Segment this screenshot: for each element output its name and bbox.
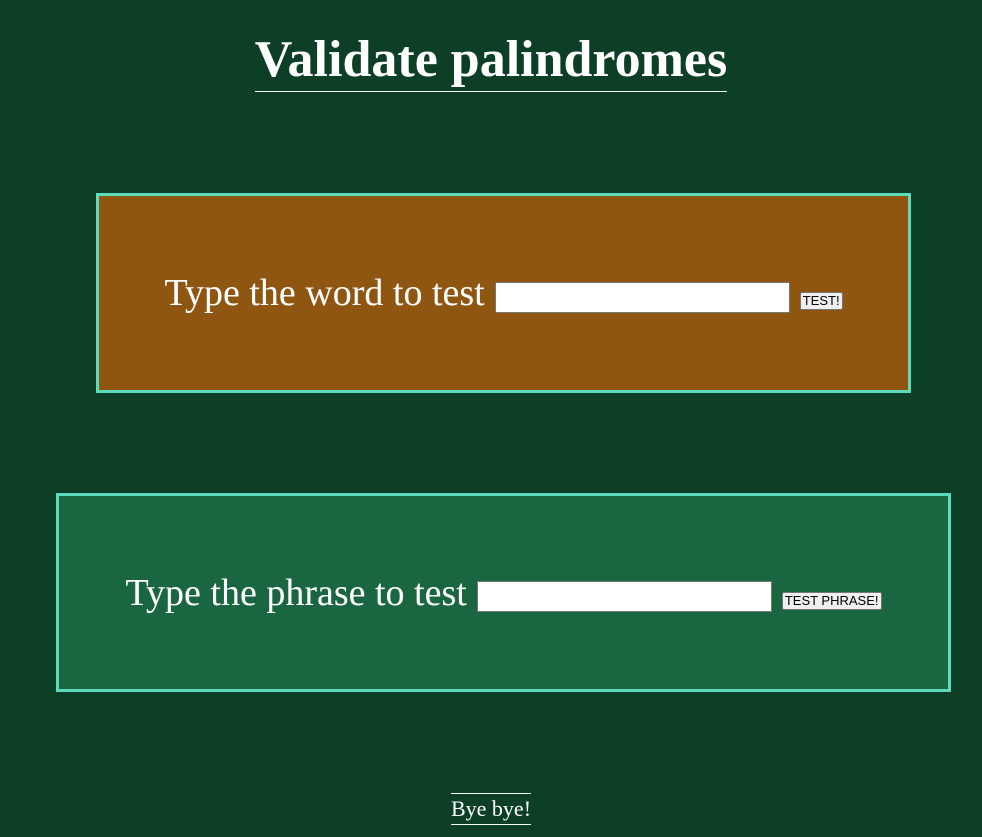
word-test-row: Type the word to test TEST! [164, 271, 843, 315]
phrase-test-panel: Type the phrase to test TEST PHRASE! [56, 493, 951, 692]
phrase-input[interactable] [476, 581, 772, 612]
word-input[interactable] [494, 281, 790, 313]
footer-text: Bye bye! [450, 793, 532, 825]
page-title: Validate palindromes [254, 30, 728, 92]
phrase-prompt-label: Type the phrase to test [125, 571, 467, 614]
page-footer: Bye bye! [0, 793, 982, 825]
page-header: Validate palindromes [0, 30, 982, 92]
test-word-button[interactable]: TEST! [799, 292, 843, 310]
test-phrase-button[interactable]: TEST PHRASE! [781, 591, 882, 610]
phrase-test-row: Type the phrase to test TEST PHRASE! [125, 571, 882, 615]
word-prompt-label: Type the word to test [164, 272, 485, 314]
word-test-panel: Type the word to test TEST! [96, 193, 911, 393]
